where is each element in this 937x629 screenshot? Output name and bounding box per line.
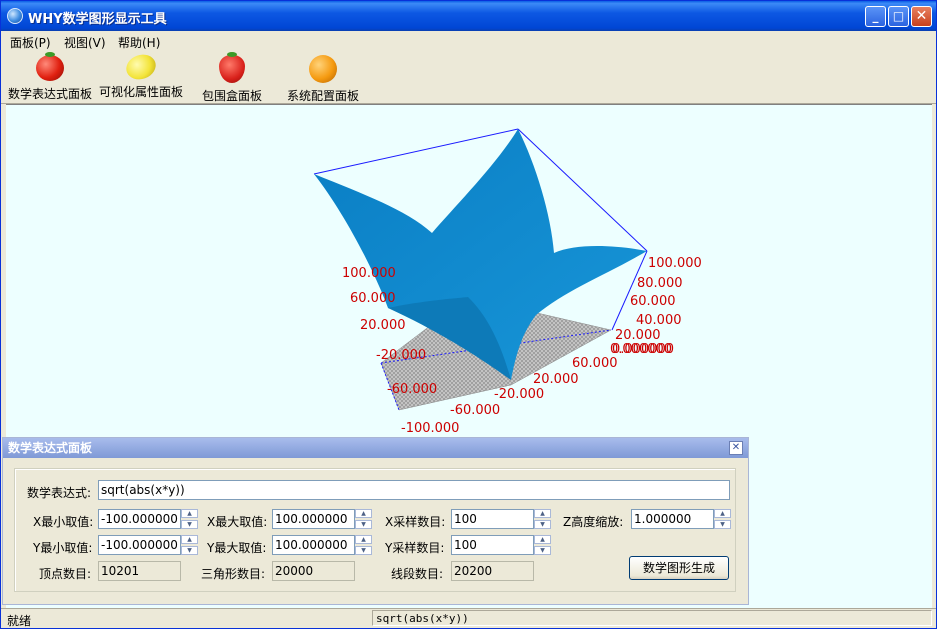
- tool-bbox-panel[interactable]: 包围盒面板: [197, 52, 267, 104]
- triangles-label: 三角形数目:: [201, 567, 266, 581]
- axis-label-right: 20.000: [615, 328, 661, 343]
- panel-title[interactable]: 数学表达式面板: [3, 438, 748, 458]
- title-bar[interactable]: WHY数学图形显示工具 _ □ ✕: [1, 1, 936, 31]
- axis-label-left: -20.000: [376, 348, 426, 363]
- x-samples-label: X采样数目:: [385, 515, 446, 529]
- axis-label-front: 20.000: [533, 372, 579, 387]
- x-max-input[interactable]: 100.000000: [272, 509, 355, 529]
- expression-group: 数学表达式: sqrt(abs(x*y)) X最小取值: -100.000000…: [14, 468, 736, 592]
- lemon-icon: [122, 50, 160, 84]
- axis-label-origin: 0.000000: [610, 342, 672, 357]
- axis-label-front: -20.000: [494, 387, 544, 402]
- panel-close-icon[interactable]: ✕: [729, 441, 743, 455]
- axis-label-right: 80.000: [637, 276, 683, 291]
- triangles-value: 20000: [272, 561, 355, 581]
- y-samples-input[interactable]: 100: [451, 535, 534, 555]
- maximize-button[interactable]: □: [888, 6, 909, 27]
- status-bar: 就绪 sqrt(abs(x*y)): [1, 608, 936, 628]
- segments-label: 线段数目:: [391, 567, 444, 581]
- axis-label-left: -60.000: [387, 382, 437, 397]
- y-samples-spinner[interactable]: ▲ ▼: [534, 535, 551, 555]
- x-samples-input[interactable]: 100: [451, 509, 534, 529]
- toolbar: 数学表达式面板 可视化属性面板 包围盒面板 系统配置面板: [1, 50, 936, 104]
- minimize-button[interactable]: _: [865, 6, 886, 27]
- tool-label: 可视化属性面板: [98, 85, 183, 99]
- menu-help[interactable]: 帮助(H): [118, 34, 160, 51]
- expression-panel: 数学表达式面板 ✕ 数学表达式: sqrt(abs(x*y)) X最小取值: -…: [2, 437, 749, 605]
- x-min-input[interactable]: -100.000000: [98, 509, 181, 529]
- axis-label-right: 40.000: [636, 313, 682, 328]
- x-min-spinner[interactable]: ▲ ▼: [181, 509, 198, 529]
- y-samples-label: Y采样数目:: [385, 541, 445, 555]
- orange-icon: [309, 55, 337, 83]
- menu-panel[interactable]: 面板(P): [10, 34, 51, 51]
- tool-expression-panel[interactable]: 数学表达式面板: [6, 52, 94, 102]
- close-button[interactable]: ✕: [911, 6, 932, 27]
- maximize-icon: □: [892, 9, 905, 23]
- tool-visual-props-panel[interactable]: 可视化属性面板: [97, 50, 185, 100]
- axis-label-left: 100.000: [342, 266, 396, 281]
- app-globe-icon: [7, 8, 23, 24]
- menu-view[interactable]: 视图(V): [64, 34, 106, 51]
- status-expression: sqrt(abs(x*y)): [372, 610, 932, 626]
- tool-config-panel[interactable]: 系统配置面板: [285, 53, 361, 104]
- tomato-icon: [36, 52, 64, 81]
- y-min-label: Y最小取值:: [33, 541, 93, 555]
- axis-label-front: -60.000: [450, 403, 500, 418]
- generate-button[interactable]: 数学图形生成: [629, 556, 729, 580]
- axis-label-left: 60.000: [350, 291, 396, 306]
- y-max-input[interactable]: 100.000000: [272, 535, 355, 555]
- tool-label: 包围盒面板: [201, 89, 262, 103]
- x-min-label: X最小取值:: [33, 515, 94, 529]
- menu-bar: 面板(P) 视图(V) 帮助(H): [1, 31, 936, 51]
- y-min-input[interactable]: -100.000000: [98, 535, 181, 555]
- z-scale-spinner[interactable]: ▲ ▼: [714, 509, 731, 529]
- minimize-icon: _: [872, 9, 879, 23]
- y-max-spinner[interactable]: ▲ ▼: [355, 535, 372, 555]
- close-icon: ✕: [915, 8, 928, 24]
- surface: [314, 129, 647, 380]
- main-window: WHY数学图形显示工具 _ □ ✕ 面板(P) 视图(V) 帮助(H) 数学表达…: [0, 0, 937, 629]
- z-scale-label: Z高度缩放:: [563, 515, 624, 529]
- x-samples-spinner[interactable]: ▲ ▼: [534, 509, 551, 529]
- strawberry-icon: [219, 52, 245, 83]
- expression-input[interactable]: sqrt(abs(x*y)): [98, 480, 730, 500]
- vertices-value: 10201: [98, 561, 181, 581]
- axis-label-left: 20.000: [360, 318, 406, 333]
- axis-label-front: 60.000: [572, 356, 618, 371]
- axis-label-right: 60.000: [630, 294, 676, 309]
- y-min-spinner[interactable]: ▲ ▼: [181, 535, 198, 555]
- vertices-label: 顶点数目:: [39, 567, 92, 581]
- status-ready: 就绪: [7, 614, 32, 628]
- axis-label-right: 100.000: [648, 256, 702, 271]
- x-max-spinner[interactable]: ▲ ▼: [355, 509, 372, 529]
- expression-label: 数学表达式:: [27, 486, 92, 500]
- axis-label-left: -100.000: [401, 421, 459, 436]
- window-title: WHY数学图形显示工具: [28, 12, 167, 27]
- tool-label: 数学表达式面板: [7, 87, 92, 101]
- segments-value: 20200: [451, 561, 534, 581]
- z-scale-input[interactable]: 1.000000: [631, 509, 714, 529]
- y-max-label: Y最大取值:: [207, 541, 267, 555]
- tool-label: 系统配置面板: [286, 89, 359, 103]
- x-max-label: X最大取值:: [207, 515, 268, 529]
